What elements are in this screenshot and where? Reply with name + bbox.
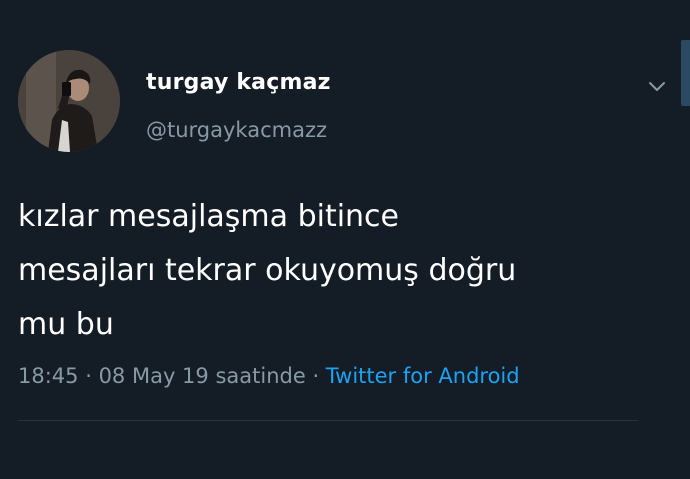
tweet-time: 18:45 bbox=[18, 364, 79, 388]
tweet-text-line: mesajları tekrar okuyomuş doğru bbox=[18, 253, 517, 288]
meta-separator: · bbox=[78, 364, 99, 388]
display-name[interactable]: turgay kaçmaz bbox=[146, 70, 331, 95]
tweet-text-line: kızlar mesajlaşma bitince bbox=[18, 199, 400, 234]
tweet-text: kızlar mesajlaşma bitince mesajları tekr… bbox=[18, 190, 678, 352]
edge-accent bbox=[681, 40, 690, 106]
tweet-meta: 18:45 · 08 May 19 saatinde · Twitter for… bbox=[18, 364, 520, 388]
user-handle[interactable]: @turgaykacmazz bbox=[146, 118, 327, 142]
tweet-date[interactable]: 08 May 19 saatinde bbox=[99, 364, 306, 388]
tweet-client-link[interactable]: Twitter for Android bbox=[326, 364, 520, 388]
avatar[interactable] bbox=[18, 50, 120, 152]
profile-photo-icon bbox=[18, 50, 120, 152]
meta-separator: · bbox=[305, 364, 326, 388]
tweet-text-line: mu bu bbox=[18, 307, 114, 342]
chevron-down-icon[interactable] bbox=[645, 74, 669, 98]
divider bbox=[18, 420, 638, 421]
